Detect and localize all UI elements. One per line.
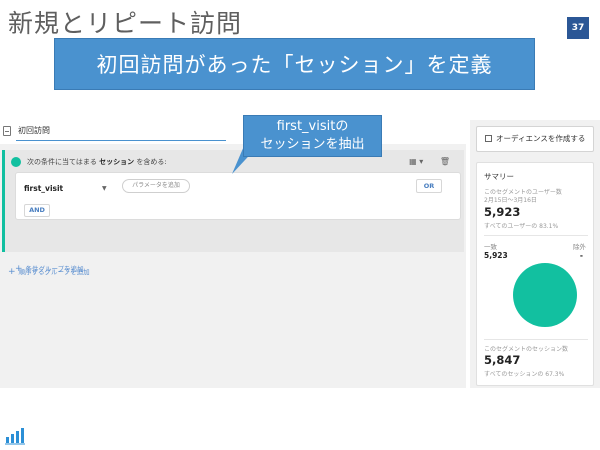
match-label: 一致: [484, 243, 497, 251]
match-value: 5,923: [484, 251, 508, 260]
slide-title: 新規とリピート訪問: [8, 9, 243, 38]
summary-card: サマリー このセグメントのユーザー数 2月15日〜3月16日 5,923 すべて…: [476, 162, 594, 386]
or-button[interactable]: OR: [416, 179, 442, 193]
condition-header-suffix: を含める:: [136, 158, 167, 166]
condition-tools: ▦ ▾ 🗑: [395, 157, 450, 166]
callout-box: first_visitの セッションを抽出: [243, 115, 382, 157]
document-icon: [3, 126, 11, 136]
chevron-down-icon[interactable]: ▼: [102, 182, 107, 196]
callout-line-1: first_visitの: [276, 119, 349, 134]
condition-header: 次の条件に当てはまる セッション を含める:: [11, 154, 167, 170]
and-button[interactable]: AND: [24, 204, 50, 217]
slide: 新規とリピート訪問 37 初回訪問があった「セッション」を定義 初回訪問 次の条…: [0, 0, 600, 450]
sessions-label: このセグメントのセッション数: [484, 346, 569, 353]
add-sequence-group-link[interactable]: + 順序するグループを追加: [8, 266, 90, 277]
dimension-select[interactable]: first_visit: [24, 182, 110, 196]
summary-divider: [484, 235, 588, 236]
date-range: 2月15日〜3月16日: [484, 197, 537, 204]
condition-dot-icon: [11, 157, 21, 167]
sessions-share: すべてのセッションの 67.3%: [484, 371, 565, 378]
segment-name-row: 初回訪問: [0, 120, 466, 144]
summary-divider: [484, 339, 588, 340]
company-logo: [5, 428, 25, 445]
table-view-icon[interactable]: ▦ ▾: [409, 157, 423, 166]
condition-header-prefix: 次の条件に当てはまる: [27, 158, 97, 166]
checkbox-icon: [485, 135, 492, 142]
create-audience-button[interactable]: オーディエンスを作成する: [476, 126, 594, 152]
users-value: 5,923: [484, 205, 521, 219]
page-number-badge: 37: [567, 17, 589, 39]
sessions-value: 5,847: [484, 353, 521, 367]
condition-card: first_visit ▼ パラメータを追加 OR AND: [15, 172, 461, 220]
trash-icon[interactable]: 🗑: [440, 157, 450, 166]
add-parameter-button[interactable]: パラメータを追加: [122, 179, 190, 193]
users-share: すべてのユーザーの 83.1%: [484, 223, 559, 230]
slide-banner: 初回訪問があった「セッション」を定義: [54, 38, 535, 90]
callout-line-2: セッションを抽出: [260, 137, 365, 152]
exclude-label: 除外: [573, 243, 586, 251]
segment-name-input[interactable]: 初回訪問: [16, 123, 226, 141]
right-panel: オーディエンスを作成する サマリー このセグメントのユーザー数 2月15日〜3月…: [470, 120, 600, 388]
plus-icon: +: [8, 267, 16, 277]
summary-title: サマリー: [484, 172, 514, 181]
add-sequence-group-label: 順序するグループを追加: [18, 268, 90, 276]
condition-scope-label: セッション: [99, 158, 135, 166]
create-audience-label: オーディエンスを作成する: [496, 134, 586, 143]
exclude-value: -: [579, 251, 583, 260]
segment-pie-chart: [513, 263, 577, 327]
